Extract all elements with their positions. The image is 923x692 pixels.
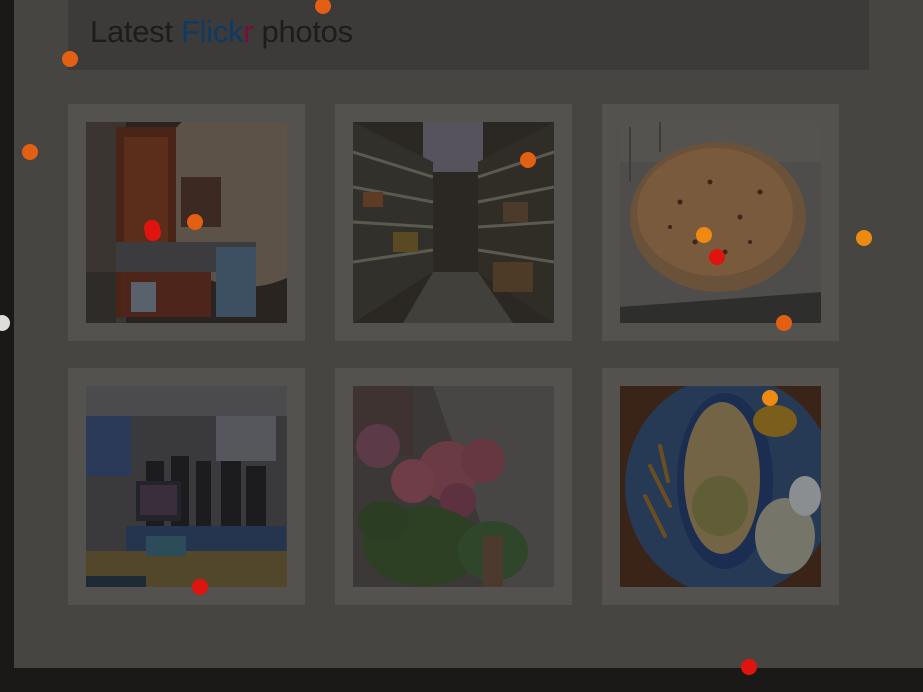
marker-dot	[762, 390, 778, 406]
marker-dot	[741, 659, 757, 675]
title-suffix: photos	[253, 14, 354, 49]
flatbread-photo	[620, 122, 821, 323]
content-panel: Latest Flickr photos	[14, 0, 923, 668]
marker-dot	[187, 214, 203, 230]
computer-lab-photo	[86, 386, 287, 587]
title-prefix: Latest	[90, 14, 181, 49]
widget-header: Latest Flickr photos	[68, 0, 869, 70]
photo-thumbnail-2[interactable]	[335, 104, 572, 341]
photo-thumbnail-4[interactable]	[68, 368, 305, 605]
photo-thumbnail-5[interactable]	[335, 368, 572, 605]
flowers-photo	[353, 386, 554, 587]
food-plate-photo	[620, 386, 821, 587]
widget-title: Latest Flickr photos	[90, 14, 353, 50]
marker-dot	[696, 227, 712, 243]
marker-dot	[709, 249, 725, 265]
marker-dot	[776, 315, 792, 331]
marker-dot	[145, 225, 161, 241]
marker-dot	[520, 152, 536, 168]
marker-dot	[192, 579, 208, 595]
marker-dot	[22, 144, 38, 160]
flickr-brand-blue: Flick	[180, 14, 244, 49]
flickr-brand-pink: r	[243, 14, 254, 49]
marker-dot	[856, 230, 872, 246]
photo-thumbnail-3[interactable]	[602, 104, 839, 341]
marker-dot	[62, 51, 78, 67]
marker-dot	[0, 315, 10, 331]
photo-thumbnail-6[interactable]	[602, 368, 839, 605]
